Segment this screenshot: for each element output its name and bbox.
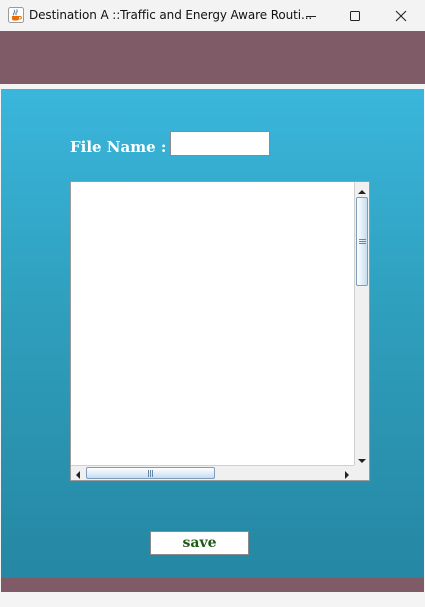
arrow-left-icon <box>75 464 81 483</box>
vertical-scroll-thumb[interactable] <box>356 197 368 286</box>
arrow-up-icon <box>358 180 366 199</box>
file-name-input[interactable] <box>170 131 270 156</box>
scroll-up-button[interactable] <box>355 182 369 196</box>
horizontal-scroll-thumb[interactable] <box>86 467 215 479</box>
app-window: Destination A ::Traffic and Energy Aware… <box>0 0 425 607</box>
scroll-down-button[interactable] <box>355 451 369 465</box>
scroll-corner <box>354 465 369 480</box>
window-title: Destination A ::Traffic and Energy Aware… <box>29 8 313 22</box>
title-bar[interactable]: Destination A ::Traffic and Energy Aware… <box>0 0 425 31</box>
grip-icon <box>359 239 366 244</box>
file-name-label: File Name : <box>70 138 167 156</box>
scroll-left-button[interactable] <box>71 466 85 480</box>
maximize-button[interactable] <box>332 0 378 31</box>
save-button[interactable]: save <box>150 531 249 555</box>
close-button[interactable] <box>378 0 424 31</box>
grip-icon <box>148 470 153 477</box>
minimize-button[interactable] <box>288 0 334 31</box>
window-bottom-edge <box>0 592 425 607</box>
java-cup-icon <box>8 7 24 23</box>
header-band <box>0 31 425 84</box>
vertical-scrollbar[interactable] <box>354 182 369 465</box>
scroll-right-button[interactable] <box>340 466 354 480</box>
horizontal-scrollbar[interactable] <box>71 465 354 480</box>
arrow-right-icon <box>344 464 350 483</box>
footer-band <box>1 578 424 592</box>
content-text-area[interactable] <box>71 182 354 465</box>
maximize-icon <box>349 10 361 22</box>
content-scroll-pane <box>70 181 370 481</box>
minimize-icon <box>305 10 317 22</box>
close-icon <box>395 10 407 22</box>
